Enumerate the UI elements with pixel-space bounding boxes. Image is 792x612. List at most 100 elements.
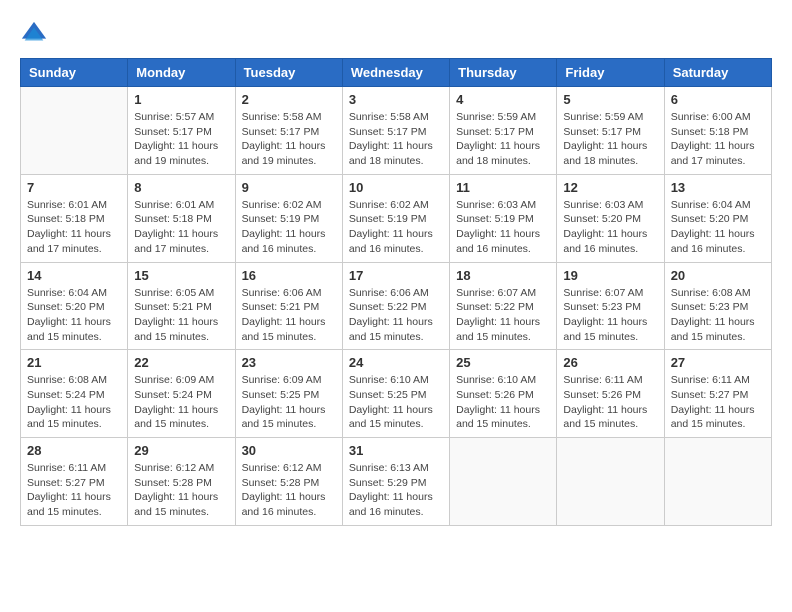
- day-number: 26: [563, 355, 657, 370]
- calendar-week-row: 14 Sunrise: 6:04 AM Sunset: 5:20 PM Dayli…: [21, 262, 772, 350]
- day-number: 20: [671, 268, 765, 283]
- day-info: Sunrise: 5:58 AM Sunset: 5:17 PM Dayligh…: [349, 110, 443, 169]
- day-number: 6: [671, 92, 765, 107]
- calendar-cell: 23 Sunrise: 6:09 AM Sunset: 5:25 PM Dayli…: [235, 350, 342, 438]
- calendar-cell: 5 Sunrise: 5:59 AM Sunset: 5:17 PM Daylig…: [557, 87, 664, 175]
- day-number: 8: [134, 180, 228, 195]
- weekday-header: Thursday: [450, 59, 557, 87]
- day-number: 11: [456, 180, 550, 195]
- day-info: Sunrise: 6:07 AM Sunset: 5:22 PM Dayligh…: [456, 286, 550, 345]
- calendar-week-row: 7 Sunrise: 6:01 AM Sunset: 5:18 PM Daylig…: [21, 174, 772, 262]
- calendar-cell: 21 Sunrise: 6:08 AM Sunset: 5:24 PM Dayli…: [21, 350, 128, 438]
- calendar-cell: 18 Sunrise: 6:07 AM Sunset: 5:22 PM Dayli…: [450, 262, 557, 350]
- day-info: Sunrise: 5:59 AM Sunset: 5:17 PM Dayligh…: [563, 110, 657, 169]
- calendar-cell: 26 Sunrise: 6:11 AM Sunset: 5:26 PM Dayli…: [557, 350, 664, 438]
- day-info: Sunrise: 6:04 AM Sunset: 5:20 PM Dayligh…: [671, 198, 765, 257]
- day-number: 25: [456, 355, 550, 370]
- day-number: 27: [671, 355, 765, 370]
- calendar-cell: 20 Sunrise: 6:08 AM Sunset: 5:23 PM Dayli…: [664, 262, 771, 350]
- day-info: Sunrise: 6:09 AM Sunset: 5:24 PM Dayligh…: [134, 373, 228, 432]
- calendar-cell: 12 Sunrise: 6:03 AM Sunset: 5:20 PM Dayli…: [557, 174, 664, 262]
- day-info: Sunrise: 6:04 AM Sunset: 5:20 PM Dayligh…: [27, 286, 121, 345]
- calendar-cell: 19Sunrise: 6:07 AM Sunset: 5:23 PM Dayli…: [557, 262, 664, 350]
- day-number: 9: [242, 180, 336, 195]
- day-info: Sunrise: 5:58 AM Sunset: 5:17 PM Dayligh…: [242, 110, 336, 169]
- day-info: Sunrise: 6:11 AM Sunset: 5:26 PM Dayligh…: [563, 373, 657, 432]
- weekday-header: Friday: [557, 59, 664, 87]
- logo-icon: [20, 20, 48, 48]
- day-number: 10: [349, 180, 443, 195]
- day-info: Sunrise: 6:02 AM Sunset: 5:19 PM Dayligh…: [349, 198, 443, 257]
- calendar-cell: 24 Sunrise: 6:10 AM Sunset: 5:25 PM Dayli…: [342, 350, 449, 438]
- day-number: 31: [349, 443, 443, 458]
- day-info: Sunrise: 6:06 AM Sunset: 5:21 PM Dayligh…: [242, 286, 336, 345]
- day-number: 21: [27, 355, 121, 370]
- day-info: Sunrise: 6:03 AM Sunset: 5:20 PM Dayligh…: [563, 198, 657, 257]
- calendar-cell: 11 Sunrise: 6:03 AM Sunset: 5:19 PM Dayli…: [450, 174, 557, 262]
- day-info: Sunrise: 6:08 AM Sunset: 5:23 PM Dayligh…: [671, 286, 765, 345]
- page-header: [20, 20, 772, 48]
- weekday-header: Sunday: [21, 59, 128, 87]
- day-number: 15: [134, 268, 228, 283]
- day-number: 4: [456, 92, 550, 107]
- day-number: 7: [27, 180, 121, 195]
- calendar-cell: 4 Sunrise: 5:59 AM Sunset: 5:17 PM Daylig…: [450, 87, 557, 175]
- day-number: 18: [456, 268, 550, 283]
- calendar-cell: 8Sunrise: 6:01 AM Sunset: 5:18 PM Daylig…: [128, 174, 235, 262]
- day-number: 3: [349, 92, 443, 107]
- day-number: 16: [242, 268, 336, 283]
- day-info: Sunrise: 6:13 AM Sunset: 5:29 PM Dayligh…: [349, 461, 443, 520]
- weekday-header: Saturday: [664, 59, 771, 87]
- calendar-cell: 14 Sunrise: 6:04 AM Sunset: 5:20 PM Dayli…: [21, 262, 128, 350]
- calendar-cell: 13 Sunrise: 6:04 AM Sunset: 5:20 PM Dayli…: [664, 174, 771, 262]
- day-info: Sunrise: 6:03 AM Sunset: 5:19 PM Dayligh…: [456, 198, 550, 257]
- calendar-cell: 25 Sunrise: 6:10 AM Sunset: 5:26 PM Dayli…: [450, 350, 557, 438]
- day-number: 17: [349, 268, 443, 283]
- day-number: 24: [349, 355, 443, 370]
- calendar-cell: 16 Sunrise: 6:06 AM Sunset: 5:21 PM Dayli…: [235, 262, 342, 350]
- day-number: 14: [27, 268, 121, 283]
- calendar-cell: 1Sunrise: 5:57 AM Sunset: 5:17 PM Daylig…: [128, 87, 235, 175]
- weekday-header: Tuesday: [235, 59, 342, 87]
- calendar-cell: 22 Sunrise: 6:09 AM Sunset: 5:24 PM Dayli…: [128, 350, 235, 438]
- calendar-cell: 27Sunrise: 6:11 AM Sunset: 5:27 PM Dayli…: [664, 350, 771, 438]
- day-info: Sunrise: 6:10 AM Sunset: 5:25 PM Dayligh…: [349, 373, 443, 432]
- day-number: 12: [563, 180, 657, 195]
- calendar-cell: 2 Sunrise: 5:58 AM Sunset: 5:17 PM Daylig…: [235, 87, 342, 175]
- day-number: 22: [134, 355, 228, 370]
- calendar-table: SundayMondayTuesdayWednesdayThursdayFrid…: [20, 58, 772, 526]
- day-info: Sunrise: 6:09 AM Sunset: 5:25 PM Dayligh…: [242, 373, 336, 432]
- calendar-week-row: 21 Sunrise: 6:08 AM Sunset: 5:24 PM Dayli…: [21, 350, 772, 438]
- day-info: Sunrise: 6:00 AM Sunset: 5:18 PM Dayligh…: [671, 110, 765, 169]
- day-number: 30: [242, 443, 336, 458]
- calendar-cell: 10 Sunrise: 6:02 AM Sunset: 5:19 PM Dayli…: [342, 174, 449, 262]
- calendar-cell: 6 Sunrise: 6:00 AM Sunset: 5:18 PM Daylig…: [664, 87, 771, 175]
- day-info: Sunrise: 6:12 AM Sunset: 5:28 PM Dayligh…: [134, 461, 228, 520]
- weekday-header: Monday: [128, 59, 235, 87]
- calendar-cell: 15Sunrise: 6:05 AM Sunset: 5:21 PM Dayli…: [128, 262, 235, 350]
- day-number: 5: [563, 92, 657, 107]
- day-number: 13: [671, 180, 765, 195]
- calendar-cell: 31 Sunrise: 6:13 AM Sunset: 5:29 PM Dayli…: [342, 438, 449, 526]
- calendar-cell: [664, 438, 771, 526]
- calendar-cell: [450, 438, 557, 526]
- day-info: Sunrise: 6:11 AM Sunset: 5:27 PM Dayligh…: [27, 461, 121, 520]
- day-info: Sunrise: 5:57 AM Sunset: 5:17 PM Dayligh…: [134, 110, 228, 169]
- day-info: Sunrise: 6:10 AM Sunset: 5:26 PM Dayligh…: [456, 373, 550, 432]
- calendar-cell: 28Sunrise: 6:11 AM Sunset: 5:27 PM Dayli…: [21, 438, 128, 526]
- day-info: Sunrise: 6:01 AM Sunset: 5:18 PM Dayligh…: [27, 198, 121, 257]
- calendar-week-row: 28Sunrise: 6:11 AM Sunset: 5:27 PM Dayli…: [21, 438, 772, 526]
- calendar-cell: 29Sunrise: 6:12 AM Sunset: 5:28 PM Dayli…: [128, 438, 235, 526]
- day-number: 2: [242, 92, 336, 107]
- day-number: 19: [563, 268, 657, 283]
- calendar-cell: 9 Sunrise: 6:02 AM Sunset: 5:19 PM Daylig…: [235, 174, 342, 262]
- calendar-header-row: SundayMondayTuesdayWednesdayThursdayFrid…: [21, 59, 772, 87]
- day-info: Sunrise: 6:06 AM Sunset: 5:22 PM Dayligh…: [349, 286, 443, 345]
- day-info: Sunrise: 6:02 AM Sunset: 5:19 PM Dayligh…: [242, 198, 336, 257]
- day-info: Sunrise: 6:08 AM Sunset: 5:24 PM Dayligh…: [27, 373, 121, 432]
- calendar-cell: 17 Sunrise: 6:06 AM Sunset: 5:22 PM Dayli…: [342, 262, 449, 350]
- calendar-cell: 30Sunrise: 6:12 AM Sunset: 5:28 PM Dayli…: [235, 438, 342, 526]
- day-info: Sunrise: 5:59 AM Sunset: 5:17 PM Dayligh…: [456, 110, 550, 169]
- calendar-week-row: 1Sunrise: 5:57 AM Sunset: 5:17 PM Daylig…: [21, 87, 772, 175]
- day-number: 23: [242, 355, 336, 370]
